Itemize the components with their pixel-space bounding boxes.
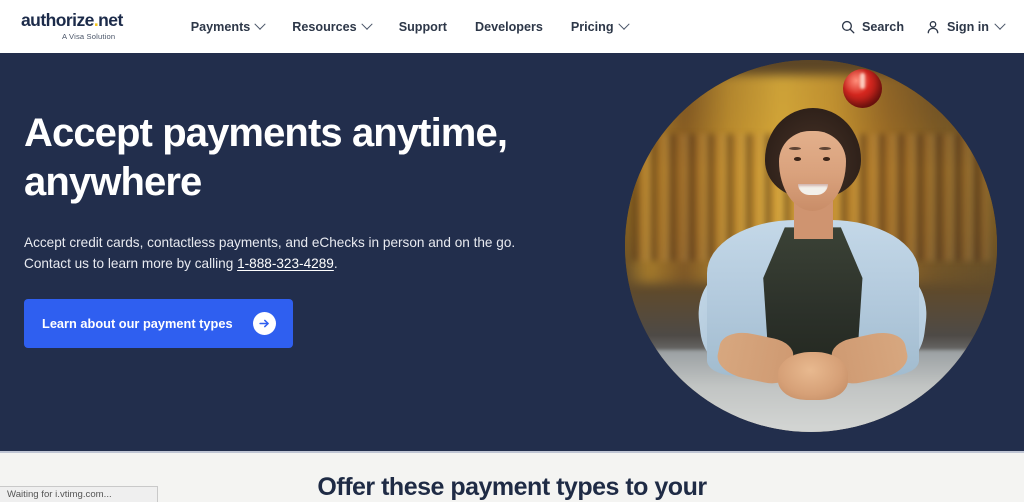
nav-item-pricing[interactable]: Pricing: [557, 14, 642, 40]
nav-item-support-label: Support: [398, 19, 447, 34]
primary-navigation: Payments Resources Support Developers Pr…: [177, 14, 642, 40]
chevron-down-icon: [361, 18, 373, 30]
chevron-down-icon: [617, 18, 630, 30]
person-eye-right: [822, 157, 830, 161]
learn-about-payment-types-button[interactable]: Learn about our payment types: [24, 299, 293, 348]
site-header: authorize.net A Visa Solution Payments R…: [0, 0, 1024, 53]
search-icon: [841, 20, 855, 33]
nav-item-developers[interactable]: Developers: [461, 14, 557, 40]
arrow-right-circle-icon: [252, 312, 276, 335]
nav-item-pricing-label: Pricing: [570, 19, 614, 34]
phone-number-link[interactable]: 1-888-323-4289: [237, 256, 334, 271]
logo-wordmark-tld: net: [98, 10, 123, 31]
status-bar-text: Waiting for i.vtimg.com...: [7, 489, 112, 500]
nav-item-resources-label: Resources: [292, 19, 357, 34]
nav-item-payments[interactable]: Payments: [177, 14, 279, 40]
browser-status-bar: Waiting for i.vtimg.com...: [0, 486, 158, 502]
search-button-label: Search: [862, 19, 905, 34]
hero-subtext: Accept credit cards, contactless payment…: [24, 232, 516, 274]
logo-tagline: A Visa Solution: [62, 31, 116, 41]
logo-wordmark-main: authorize: [21, 10, 94, 31]
logo-wordmark: authorize.net: [21, 12, 123, 30]
section-divider: [0, 451, 1024, 453]
sign-in-button-label: Sign in: [947, 19, 989, 34]
person-face: [779, 130, 847, 211]
header-utility-nav: Search Sign in: [841, 18, 1006, 34]
hero-photo: [625, 60, 997, 432]
hero-subtext-tail: .: [333, 256, 338, 271]
chevron-down-icon: [994, 18, 1006, 30]
nav-item-resources[interactable]: Resources: [278, 14, 384, 40]
photo-person: [625, 60, 997, 432]
hero-section: Accept payments anytime, anywhere Accept…: [0, 53, 1024, 451]
nav-item-support[interactable]: Support: [385, 14, 461, 40]
nav-item-developers-label: Developers: [474, 19, 543, 34]
cta-button-label: Learn about our payment types: [42, 316, 233, 331]
person-eye-left: [793, 157, 801, 161]
sign-in-button[interactable]: Sign in: [926, 18, 1006, 34]
person-clasped-hands: [777, 352, 849, 401]
browser-page: authorize.net A Visa Solution Payments R…: [0, 0, 1024, 502]
nav-item-payments-label: Payments: [190, 19, 251, 34]
hero-copy: Accept payments anytime, anywhere Accept…: [24, 109, 544, 348]
hero-headline: Accept payments anytime, anywhere: [24, 111, 508, 204]
user-account-icon: [927, 20, 939, 33]
chevron-down-icon: [254, 18, 266, 30]
search-button[interactable]: Search: [841, 20, 904, 34]
authorize-net-logo[interactable]: authorize.net A Visa Solution: [21, 12, 123, 40]
